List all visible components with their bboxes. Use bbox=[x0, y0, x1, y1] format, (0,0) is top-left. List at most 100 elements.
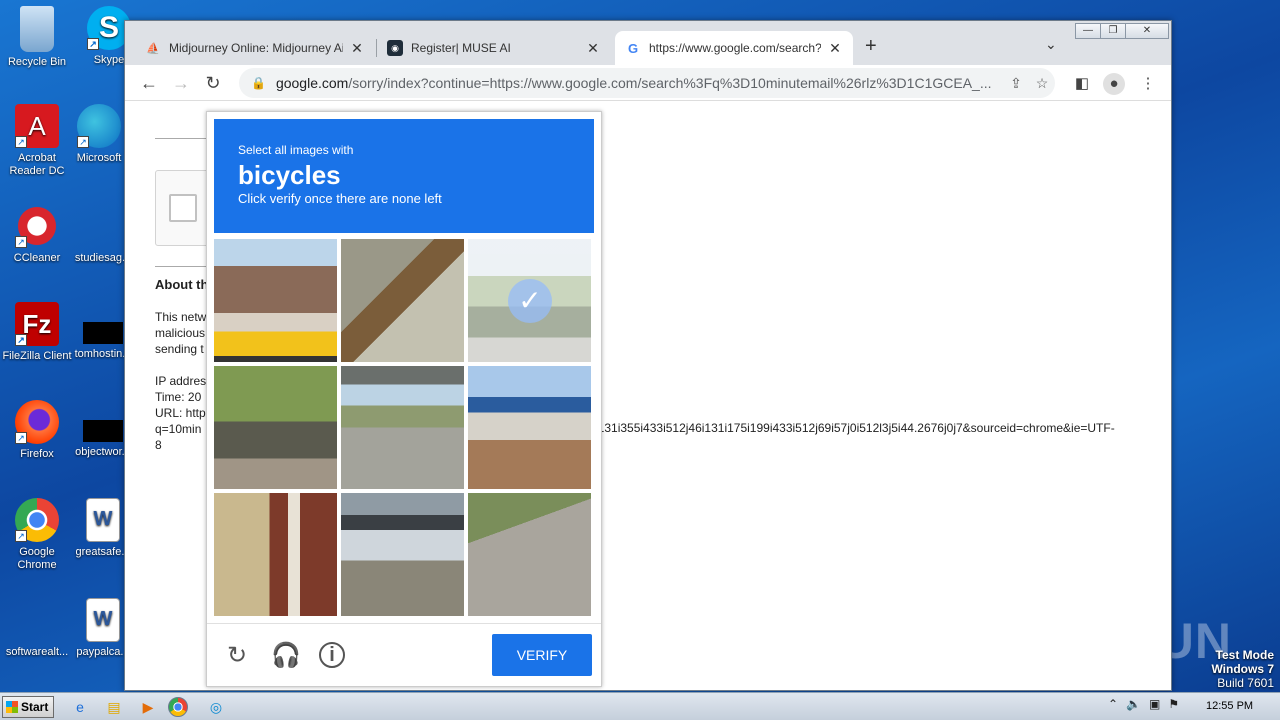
desktop-icon-label: Recycle Bin bbox=[7, 56, 67, 68]
reload-button[interactable]: ↻ bbox=[201, 71, 225, 95]
desktop-icon-label: studiesag... bbox=[74, 252, 132, 264]
media-player-icon[interactable]: ▶ bbox=[136, 696, 160, 718]
desktop-icon-label: Microsoft bbox=[76, 152, 122, 164]
build-line: Build 7601 bbox=[1217, 676, 1274, 690]
action-center-flag-icon[interactable]: ⚑ bbox=[1168, 697, 1179, 711]
clock[interactable]: 12:55 PM bbox=[1206, 700, 1253, 712]
edge-icon: ↗ bbox=[77, 104, 121, 148]
firefox-icon: ↗ bbox=[15, 400, 59, 444]
challenge-instruction: Click verify once there are none left bbox=[238, 191, 442, 206]
system-tray: ⌃ 🔈 ▣ ⚑ bbox=[1108, 697, 1179, 711]
network-paragraph-line: malicious bbox=[155, 326, 206, 340]
chrome-taskbar-icon[interactable] bbox=[168, 697, 188, 717]
file-icon bbox=[83, 420, 123, 442]
close-icon[interactable]: ✕ bbox=[585, 40, 601, 57]
recaptcha-challenge: Select all images with bicycles Click ve… bbox=[206, 111, 602, 687]
minimize-button[interactable]: — bbox=[1075, 23, 1101, 39]
reload-challenge-icon[interactable]: ↻ bbox=[223, 642, 251, 670]
close-window-button[interactable]: ✕ bbox=[1125, 23, 1169, 39]
back-button[interactable]: ← bbox=[137, 71, 161, 95]
word-document-icon: W bbox=[86, 498, 120, 542]
url-line: URL: http bbox=[155, 406, 206, 420]
tab-bar: ⛵ Midjourney Online: Midjourney Ai On ✕ … bbox=[125, 21, 1171, 65]
new-tab-button[interactable]: + bbox=[865, 35, 877, 58]
image-tile-porch[interactable] bbox=[214, 493, 337, 616]
windows-logo-icon bbox=[6, 701, 18, 713]
verify-button[interactable]: VERIFY bbox=[492, 634, 592, 676]
share-icon[interactable]: ⇪ bbox=[1003, 75, 1029, 92]
internet-explorer-icon[interactable]: e bbox=[68, 696, 92, 718]
side-panel-icon[interactable]: ◧ bbox=[1071, 73, 1093, 95]
recycle-bin-desktop-icon[interactable]: Recycle Bin bbox=[0, 6, 74, 69]
url-line-continued: q=10min bbox=[155, 422, 202, 436]
address-bar[interactable]: 🔒 google.com/sorry/index?continue=https:… bbox=[239, 68, 1055, 98]
image-tile-gas-station[interactable] bbox=[468, 366, 591, 489]
url-path: /sorry/index?continue=https://www.google… bbox=[348, 75, 992, 91]
image-tile-overpass[interactable] bbox=[341, 366, 464, 489]
tab-midjourney[interactable]: ⛵ Midjourney Online: Midjourney Ai On ✕ bbox=[135, 31, 375, 65]
edge-taskbar-icon[interactable]: ◎ bbox=[204, 696, 228, 718]
network-paragraph-line: sending t bbox=[155, 342, 204, 356]
word-document-icon: W bbox=[86, 598, 120, 642]
maximize-button[interactable]: ❐ bbox=[1100, 23, 1126, 39]
about-heading: About th bbox=[155, 277, 209, 292]
tab-title: Midjourney Online: Midjourney Ai On bbox=[169, 41, 343, 55]
network-icon[interactable]: ▣ bbox=[1149, 697, 1160, 711]
audio-challenge-headphones-icon[interactable]: 🎧 bbox=[271, 642, 301, 670]
desktop-icon-label: objectwor... bbox=[75, 446, 131, 458]
softwarealt-desktop-icon[interactable]: softwarealt... bbox=[0, 598, 74, 659]
volume-icon[interactable]: 🔈 bbox=[1126, 697, 1141, 711]
network-paragraph-line: This netw bbox=[155, 310, 207, 324]
file-icon bbox=[81, 204, 125, 248]
recycle-bin-icon bbox=[20, 6, 54, 52]
tab-muse-ai[interactable]: ◉ Register| MUSE AI ✕ bbox=[377, 31, 611, 65]
desktop-icon-label: Skype bbox=[93, 54, 125, 66]
tab-title: Register| MUSE AI bbox=[411, 41, 511, 55]
start-button[interactable]: Start bbox=[2, 696, 54, 718]
image-tile-houses[interactable] bbox=[214, 239, 337, 362]
tab-google-search[interactable]: G https://www.google.com/search?q= ✕ bbox=[615, 31, 853, 65]
desktop-icon-label: FileZilla Client bbox=[2, 350, 72, 362]
google-icon: G bbox=[627, 40, 639, 56]
image-tile-carport[interactable] bbox=[341, 493, 464, 616]
bookmark-star-icon[interactable]: ☆ bbox=[1029, 75, 1055, 92]
info-icon[interactable]: i bbox=[319, 642, 345, 668]
profile-avatar-icon[interactable]: ● bbox=[1103, 73, 1125, 95]
url-text: google.com/sorry/index?continue=https://… bbox=[276, 75, 1003, 91]
url-host: google.com bbox=[275, 75, 349, 91]
forward-button[interactable]: → bbox=[169, 71, 193, 95]
lock-icon: 🔒 bbox=[251, 76, 266, 90]
desktop-icon-label: greatsafe... bbox=[75, 546, 131, 558]
ip-address-line: IP addres bbox=[155, 374, 207, 388]
image-tile-crosswalk[interactable] bbox=[468, 493, 591, 616]
url-query-tail: i131i355i433i512j46i131i175i199i433i512j… bbox=[595, 421, 1115, 435]
desktop-icon-label: Google Chrome bbox=[17, 546, 57, 571]
tab-title: https://www.google.com/search?q= bbox=[649, 41, 821, 55]
folder-icon[interactable]: ▤ bbox=[102, 696, 126, 718]
desktop-icon-label: CCleaner bbox=[13, 252, 61, 264]
filezilla-icon: Fz ↗ bbox=[15, 302, 59, 346]
ccleaner-desktop-icon[interactable]: ↗ CCleaner bbox=[0, 204, 74, 265]
chrome-desktop-icon[interactable]: ↗ Google Chrome bbox=[0, 498, 74, 572]
recaptcha-checkbox[interactable] bbox=[169, 194, 197, 222]
taskbar: Start e ▤ ▶ ◎ ⌃ 🔈 ▣ ⚑ 12:55 PM bbox=[0, 692, 1280, 720]
filezilla-desktop-icon[interactable]: Fz ↗ FileZilla Client bbox=[0, 302, 74, 363]
image-tile-awning[interactable] bbox=[341, 239, 464, 362]
desktop-icon-label: softwarealt... bbox=[5, 646, 69, 658]
close-icon[interactable]: ✕ bbox=[827, 40, 843, 57]
image-tile-trees[interactable] bbox=[214, 366, 337, 489]
start-label: Start bbox=[21, 700, 49, 714]
challenge-header: Select all images with bicycles Click ve… bbox=[214, 119, 594, 233]
close-icon[interactable]: ✕ bbox=[349, 40, 365, 57]
sailboat-icon: ⛵ bbox=[146, 42, 160, 55]
image-tile-cyclists[interactable]: ✓ bbox=[468, 239, 591, 362]
desktop-icon-label: Firefox bbox=[20, 448, 54, 460]
show-hidden-icons-icon[interactable]: ⌃ bbox=[1108, 697, 1118, 711]
menu-kebab-icon[interactable]: ⋮ bbox=[1137, 73, 1159, 95]
time-line: Time: 20 bbox=[155, 390, 202, 404]
challenge-footer: ↻ 🎧 i VERIFY bbox=[207, 623, 601, 686]
tab-search-button[interactable]: ⌄ bbox=[1045, 36, 1057, 53]
desktop-icon-label: tomhostin... bbox=[74, 348, 132, 360]
browser-toolbar: ← → ↻ 🔒 google.com/sorry/index?continue=… bbox=[125, 65, 1171, 101]
firefox-desktop-icon[interactable]: ↗ Firefox bbox=[0, 400, 74, 461]
